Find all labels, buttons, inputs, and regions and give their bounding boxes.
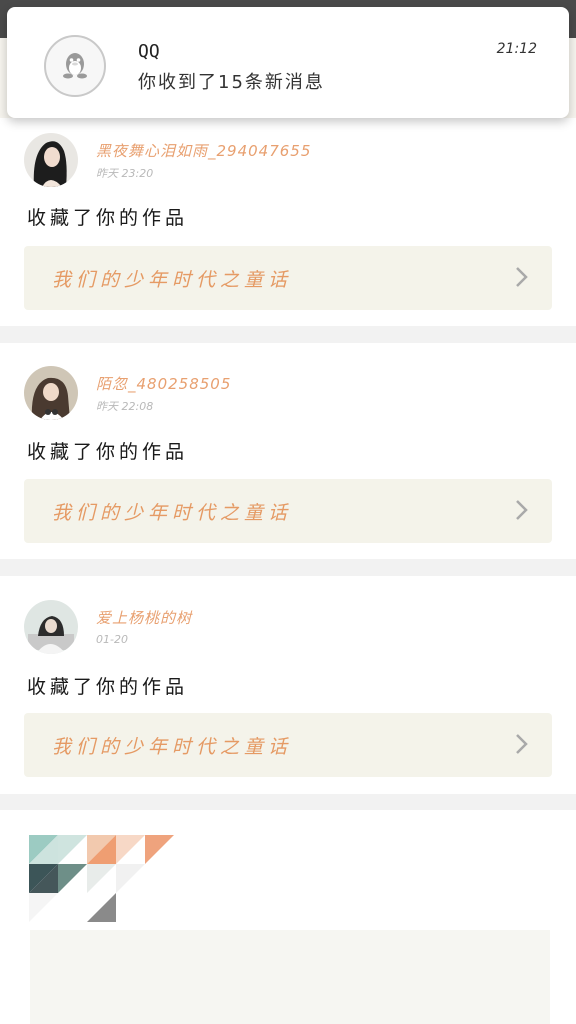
chevron-right-icon (516, 267, 528, 287)
avatar[interactable] (24, 366, 78, 420)
avatar[interactable] (24, 600, 78, 654)
feed-item: 黑夜舞心泪如雨_294047655 昨天 23:20 收藏了你的作品 我们的少年… (0, 118, 576, 326)
chevron-right-icon (516, 500, 528, 520)
username[interactable]: 爱上杨桃的树 (96, 607, 192, 628)
work-link[interactable]: 我们的少年时代之童话 (24, 246, 552, 310)
obscured-content (0, 810, 576, 1024)
action-text: 收藏了你的作品 (27, 207, 189, 229)
timestamp: 01-20 (96, 633, 128, 646)
timestamp: 昨天 23:20 (96, 167, 154, 180)
notification-message: 你收到了15条新消息 (138, 72, 325, 93)
work-title: 我们的少年时代之童话 (52, 502, 293, 524)
mosaic-graphic (29, 835, 550, 1024)
notification-banner[interactable]: QQ 你收到了15条新消息 21:12 (7, 7, 569, 118)
chevron-right-icon (516, 734, 528, 754)
qq-penguin-icon (44, 35, 106, 97)
avatar[interactable] (24, 133, 78, 187)
work-title: 我们的少年时代之童话 (52, 269, 293, 291)
work-title: 我们的少年时代之童话 (52, 736, 293, 758)
work-link[interactable]: 我们的少年时代之童话 (24, 713, 552, 777)
notification-time: 21:12 (496, 41, 537, 57)
timestamp: 昨天 22:08 (96, 400, 154, 413)
feed-item: 爱上杨桃的树 01-20 收藏了你的作品 我们的少年时代之童话 (0, 576, 576, 794)
work-link[interactable]: 我们的少年时代之童话 (24, 479, 552, 543)
action-text: 收藏了你的作品 (27, 441, 189, 463)
action-text: 收藏了你的作品 (27, 676, 189, 698)
feed-item: 陌忽_480258505 昨天 22:08 收藏了你的作品 我们的少年时代之童话 (0, 343, 576, 559)
username[interactable]: 陌忽_480258505 (96, 373, 231, 394)
username[interactable]: 黑夜舞心泪如雨_294047655 (96, 140, 311, 161)
notification-app-name: QQ (138, 41, 160, 62)
